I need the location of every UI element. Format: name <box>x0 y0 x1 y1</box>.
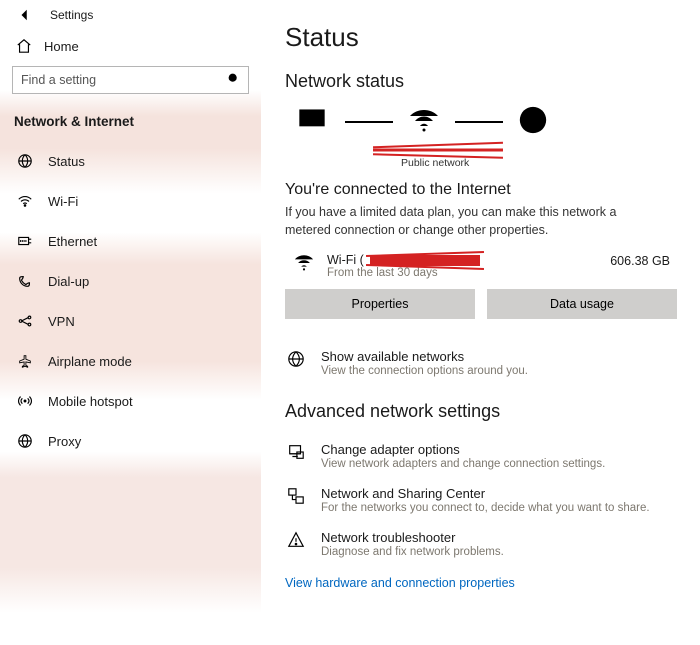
main-content: Status Network status Public network You… <box>261 0 700 645</box>
home-label: Home <box>44 39 79 54</box>
vpn-icon <box>16 313 34 329</box>
opt-title: Show available networks <box>321 349 528 364</box>
network-status-heading: Network status <box>285 71 672 92</box>
dialup-icon <box>16 273 34 289</box>
nav-label: Airplane mode <box>48 354 132 369</box>
warning-icon <box>285 530 307 549</box>
sidebar-item-airplane[interactable]: Airplane mode <box>0 341 261 381</box>
page-title: Status <box>285 22 672 53</box>
airplane-icon <box>16 353 34 369</box>
search-container <box>0 66 261 104</box>
opt-sub: For the networks you connect to, decide … <box>321 502 650 514</box>
nav-label: Ethernet <box>48 234 97 249</box>
connected-heading: You're connected to the Internet <box>285 181 672 199</box>
nav-label: Mobile hotspot <box>48 394 133 409</box>
network-diagram <box>293 104 672 139</box>
app-title: Settings <box>50 8 93 22</box>
home-icon <box>16 38 32 54</box>
nav-label: Wi-Fi <box>48 194 78 209</box>
nav-label: Proxy <box>48 434 81 449</box>
globe-large-icon <box>517 104 549 139</box>
hardware-link[interactable]: View hardware and connection properties <box>285 576 672 590</box>
search-icon[interactable] <box>227 72 240 88</box>
advanced-heading: Advanced network settings <box>285 401 672 422</box>
properties-button[interactable]: Properties <box>285 289 475 319</box>
laptop-icon <box>293 105 331 138</box>
nav-label: Dial-up <box>48 274 89 289</box>
nav-label: Status <box>48 154 85 169</box>
titlebar: Settings <box>0 0 261 26</box>
wifi-name-prefix: Wi-Fi ( <box>327 253 364 267</box>
sidebar: Settings Home Network & Internet Status … <box>0 0 261 645</box>
wifi-icon <box>16 193 34 209</box>
connected-desc: If you have a limited data plan, you can… <box>285 203 665 239</box>
sidebar-item-dialup[interactable]: Dial-up <box>0 261 261 301</box>
proxy-icon <box>16 433 34 449</box>
opt-sub: View network adapters and change connect… <box>321 458 605 470</box>
search-box[interactable] <box>12 66 249 94</box>
adapter-icon <box>285 442 307 461</box>
public-network-label: Public network <box>401 157 672 169</box>
opt-title: Network troubleshooter <box>321 530 504 545</box>
opt-title: Network and Sharing Center <box>321 486 650 501</box>
ethernet-icon <box>16 233 34 249</box>
sidebar-item-status[interactable]: Status <box>0 141 261 181</box>
show-networks-option[interactable]: Show available networks View the connect… <box>285 341 672 385</box>
sharing-icon <box>285 486 307 505</box>
connector-line <box>455 121 503 123</box>
back-arrow-icon[interactable] <box>18 8 32 22</box>
sidebar-item-hotspot[interactable]: Mobile hotspot <box>0 381 261 421</box>
opt-sub: Diagnose and fix network problems. <box>321 546 504 558</box>
wifi-conn-icon <box>293 253 315 276</box>
nav-label: VPN <box>48 314 75 329</box>
data-usage-button[interactable]: Data usage <box>487 289 677 319</box>
redacted-ssid <box>373 143 503 157</box>
sharing-option[interactable]: Network and Sharing Center For the netwo… <box>285 478 672 522</box>
button-row: Properties Data usage <box>285 289 672 319</box>
redacted-name <box>370 255 480 266</box>
troubleshoot-option[interactable]: Network troubleshooter Diagnose and fix … <box>285 522 672 566</box>
globe-small-icon <box>285 349 307 368</box>
sidebar-item-wifi[interactable]: Wi-Fi <box>0 181 261 221</box>
sidebar-item-proxy[interactable]: Proxy <box>0 421 261 461</box>
connector-line <box>345 121 393 123</box>
connection-row: Wi-Fi ( From the last 30 days 606.38 GB <box>285 251 672 281</box>
home-button[interactable]: Home <box>0 26 261 66</box>
opt-title: Change adapter options <box>321 442 605 457</box>
wifi-large-icon <box>407 106 441 137</box>
sidebar-item-ethernet[interactable]: Ethernet <box>0 221 261 261</box>
search-input[interactable] <box>21 73 211 87</box>
section-label: Network & Internet <box>0 104 261 141</box>
hotspot-icon <box>16 393 34 409</box>
connection-name: Wi-Fi ( <box>327 253 480 267</box>
adapter-option[interactable]: Change adapter options View network adap… <box>285 434 672 478</box>
data-amount: 606.38 GB <box>610 253 670 268</box>
globe-icon <box>16 153 34 169</box>
opt-sub: View the connection options around you. <box>321 365 528 377</box>
sidebar-item-vpn[interactable]: VPN <box>0 301 261 341</box>
